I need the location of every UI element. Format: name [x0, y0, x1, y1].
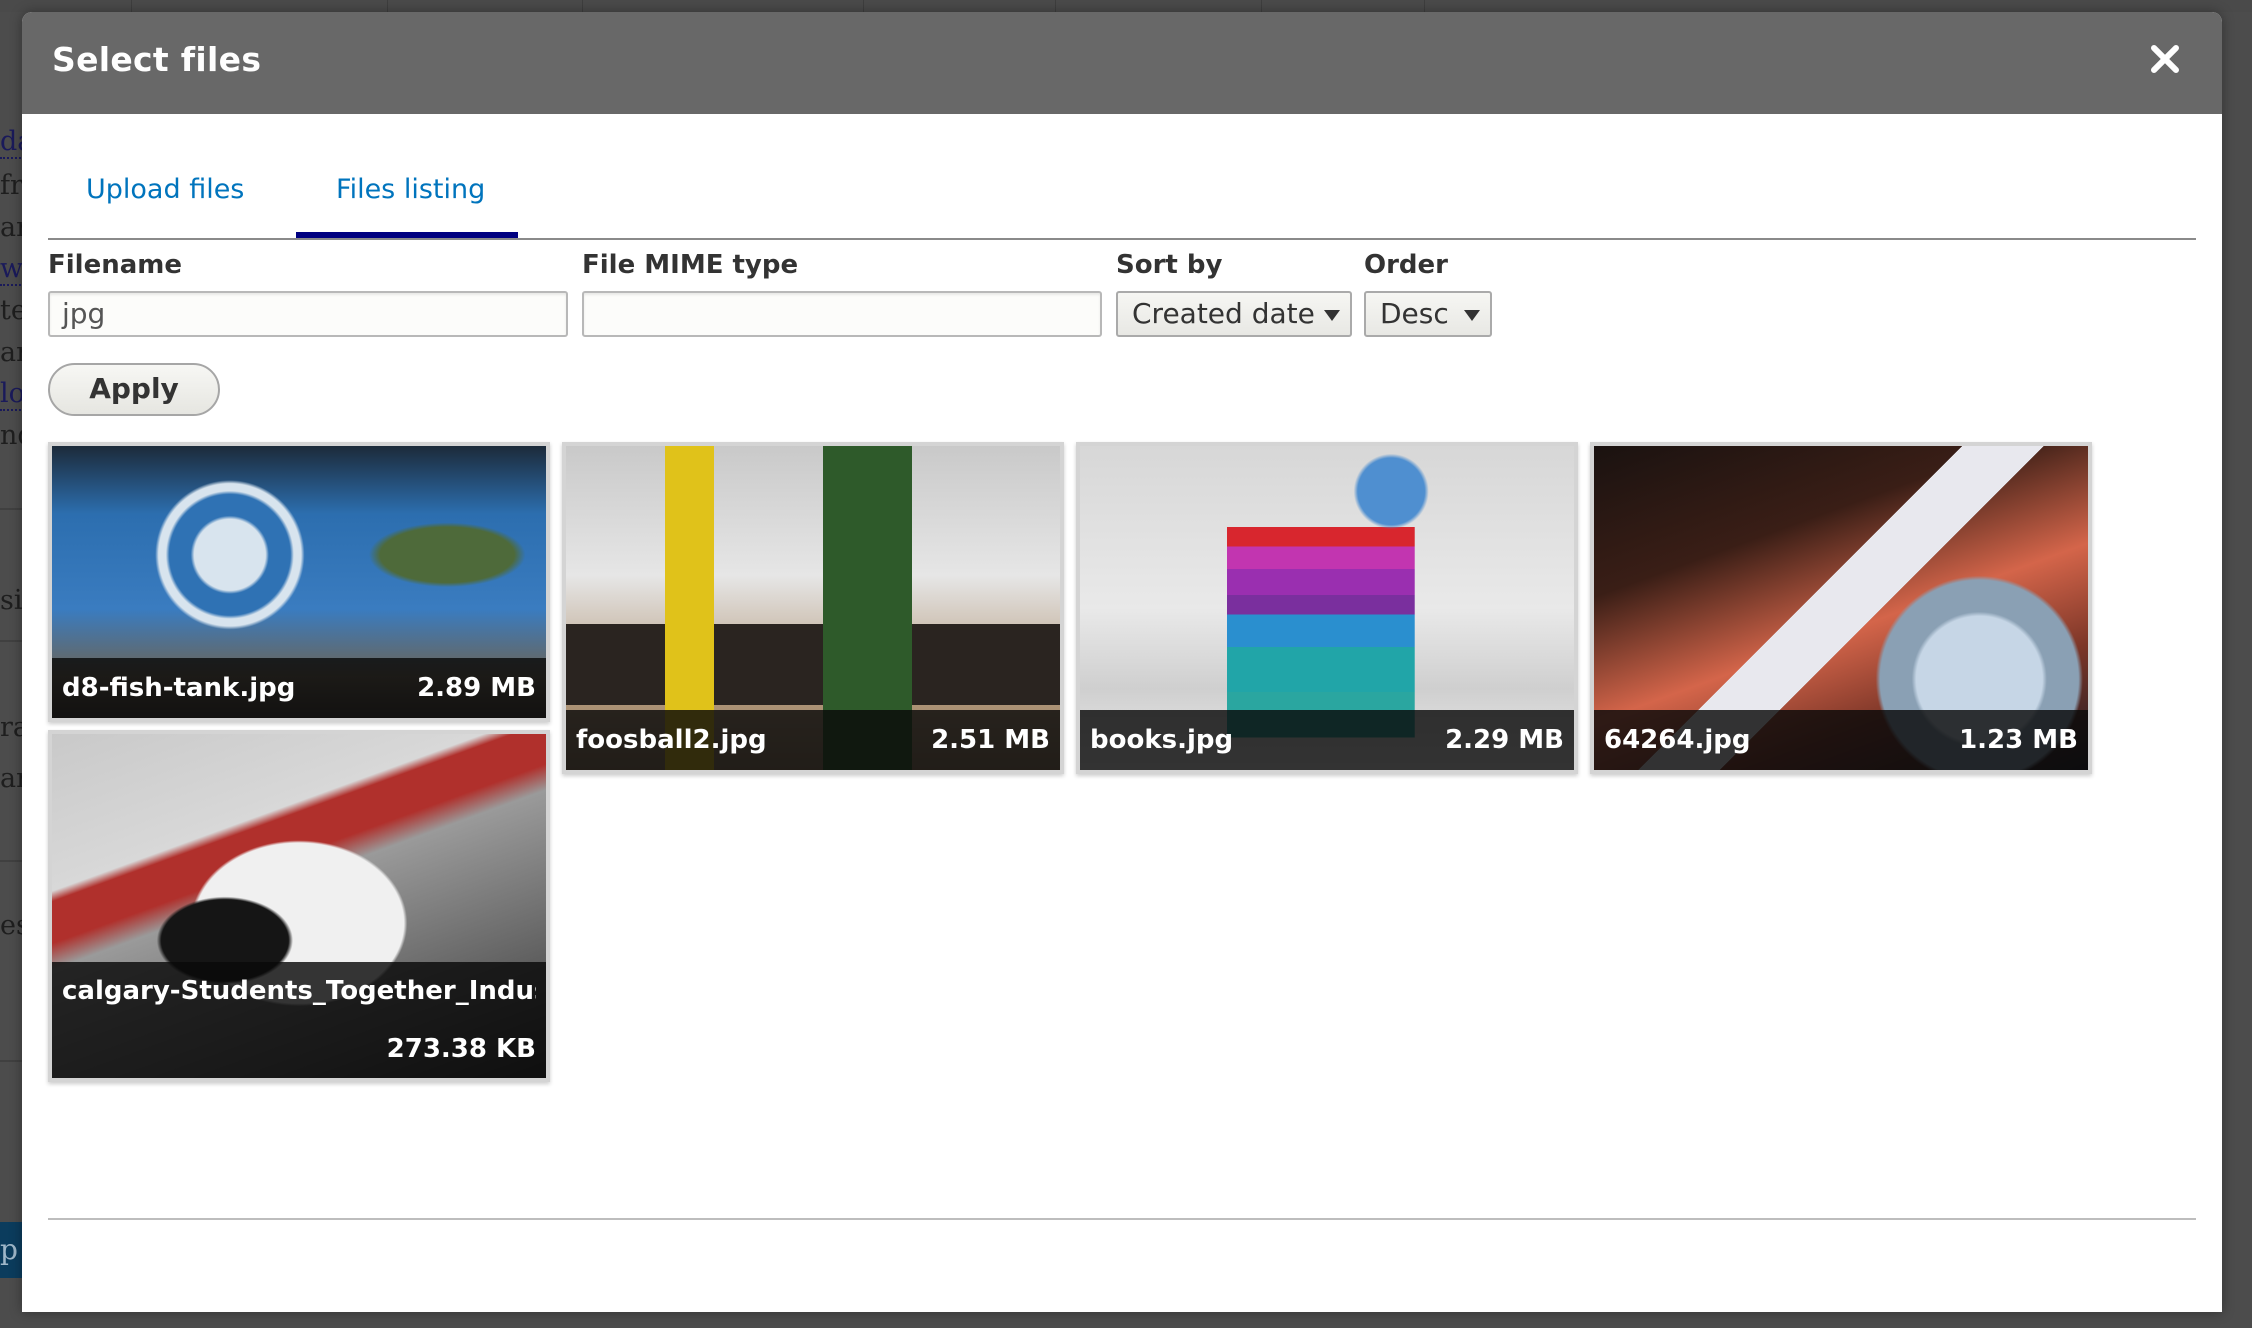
- file-size: 2.51 MB: [931, 725, 1050, 755]
- file-name: foosball2.jpg: [576, 725, 767, 755]
- select-files-dialog: Select files Upload files Files listing …: [22, 12, 2222, 1312]
- background-text-fragment: fr: [0, 170, 23, 201]
- background-text-fragment: si: [0, 585, 23, 616]
- dropdown-arrow-icon: [1324, 310, 1340, 321]
- file-size: 1.23 MB: [1959, 725, 2078, 755]
- file-card[interactable]: foosball2.jpg 2.51 MB: [562, 442, 1064, 774]
- dialog-tabs: Upload files Files listing: [48, 114, 2196, 240]
- close-button[interactable]: [2148, 42, 2182, 76]
- file-card[interactable]: 64264.jpg 1.23 MB: [1590, 442, 2092, 774]
- filename-input[interactable]: jpg: [48, 291, 568, 337]
- background-column-separator: [131, 0, 132, 12]
- file-name: books.jpg: [1090, 725, 1234, 755]
- file-card[interactable]: books.jpg 2.29 MB: [1076, 442, 1578, 774]
- file-caption: foosball2.jpg 2.51 MB: [566, 710, 1060, 770]
- file-card[interactable]: d8-fish-tank.jpg 2.89 MB: [48, 442, 550, 722]
- dialog-footer-divider: [48, 1218, 2196, 1220]
- tab-upload-files[interactable]: Upload files: [86, 174, 244, 205]
- file-size: 2.89 MB: [417, 673, 536, 703]
- file-card[interactable]: calgary-Students_Together_Industry_P 273…: [48, 730, 550, 1082]
- background-button: p: [0, 1222, 22, 1278]
- background-column-separator: [1055, 0, 1056, 12]
- file-name: 64264.jpg: [1604, 725, 1751, 755]
- file-caption: 64264.jpg 1.23 MB: [1594, 710, 2088, 770]
- background-divider: [0, 640, 22, 642]
- file-name: d8-fish-tank.jpg: [62, 673, 296, 703]
- file-size: 273.38 KB: [386, 1034, 536, 1064]
- background-toolbar: [0, 0, 2252, 12]
- background-column-separator: [582, 0, 583, 12]
- file-name: calgary-Students_Together_Industry_P: [62, 976, 536, 1006]
- file-caption: books.jpg 2.29 MB: [1080, 710, 1574, 770]
- sort-by-select[interactable]: Created date: [1116, 291, 1352, 337]
- order-select[interactable]: Desc: [1364, 291, 1492, 337]
- apply-button[interactable]: Apply: [48, 363, 220, 416]
- background-column-separator: [1261, 0, 1262, 12]
- background-divider: [0, 860, 22, 862]
- file-caption: d8-fish-tank.jpg 2.89 MB: [52, 658, 546, 718]
- tabs-divider: [48, 238, 2196, 240]
- background-column-separator: [863, 0, 864, 12]
- dropdown-arrow-icon: [1464, 310, 1480, 321]
- mime-type-label: File MIME type: [582, 250, 799, 280]
- filename-label: Filename: [48, 250, 182, 280]
- background-divider: [0, 1060, 22, 1062]
- mime-type-input[interactable]: [582, 291, 1102, 337]
- tab-files-listing[interactable]: Files listing: [336, 174, 485, 205]
- dialog-header: Select files: [22, 12, 2222, 114]
- background-divider: [0, 508, 22, 510]
- sort-by-value: Created date: [1132, 297, 1315, 330]
- order-label: Order: [1364, 250, 1448, 280]
- file-caption: calgary-Students_Together_Industry_P 273…: [52, 962, 546, 1078]
- background-column-separator: [387, 0, 388, 12]
- background-column-separator: [1424, 0, 1425, 12]
- sort-by-label: Sort by: [1116, 250, 1223, 280]
- close-icon: [2151, 45, 2179, 73]
- dialog-title: Select files: [52, 40, 262, 79]
- order-value: Desc: [1380, 297, 1449, 330]
- file-size: 2.29 MB: [1445, 725, 1564, 755]
